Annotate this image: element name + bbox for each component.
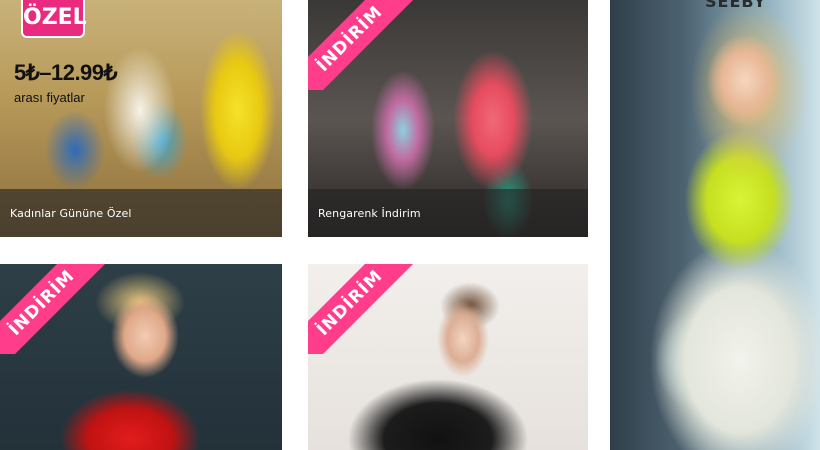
- caption-bar: Rengarenk İndirim: [308, 189, 588, 237]
- price-range: 5₺–12.99₺: [14, 60, 118, 85]
- promo-tile-red-dress[interactable]: İNDİRİM: [0, 264, 282, 450]
- promo-tile-womens-day[interactable]: ÖZEL 5₺–12.99₺ arası fiyatlar Kadınlar G…: [0, 0, 282, 237]
- promo-tile-colorful-sale[interactable]: İNDİRİM Rengarenk İndirim: [308, 0, 588, 237]
- ozel-badge: ÖZEL: [21, 0, 87, 38]
- tile-caption: Rengarenk İndirim: [318, 207, 421, 220]
- caption-bar: Kadınlar Gününe Özel: [0, 189, 282, 237]
- sale-ribbon-label: İNDİRİM: [0, 264, 110, 354]
- promo-photo-blonde-model: [610, 0, 820, 450]
- sale-ribbon: İNDİRİM: [308, 264, 418, 354]
- price-range-subtitle: arası fiyatlar: [14, 90, 85, 105]
- promo-tile-black-top[interactable]: İNDİRİM: [308, 264, 588, 450]
- brand-label: SEEBY: [705, 0, 767, 11]
- sale-ribbon-label: İNDİRİM: [308, 0, 418, 90]
- sale-ribbon: İNDİRİM: [308, 0, 418, 90]
- promo-tile-tall-feature[interactable]: SEEBY: [610, 0, 820, 450]
- sale-ribbon-label: İNDİRİM: [308, 264, 418, 354]
- tile-caption: Kadınlar Gününe Özel: [10, 207, 132, 220]
- sale-ribbon: İNDİRİM: [0, 264, 110, 354]
